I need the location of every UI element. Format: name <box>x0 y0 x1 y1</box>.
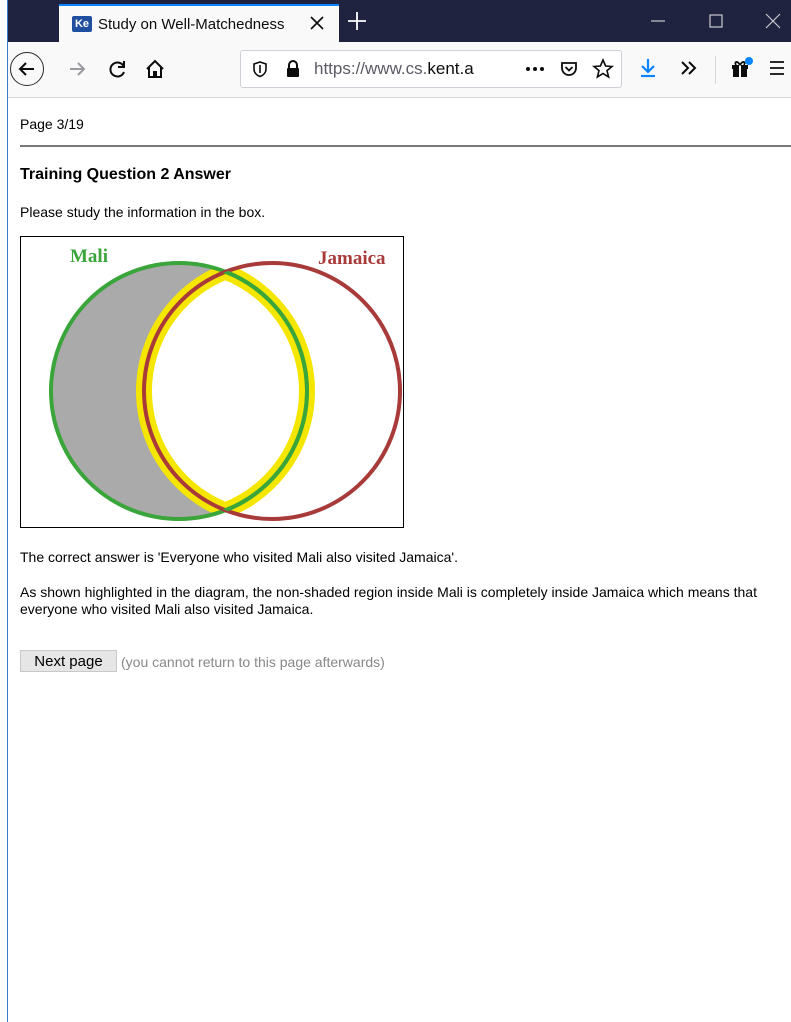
back-button[interactable] <box>10 52 44 86</box>
page-indicator: Page 3/19 <box>20 116 84 132</box>
jamaica-label: Jamaica <box>318 248 386 269</box>
url-text: https://www.cs.kent.a <box>314 59 474 78</box>
next-page-button[interactable]: Next page <box>20 650 117 672</box>
page-actions-more-icon[interactable] <box>525 65 545 73</box>
pocket-icon[interactable] <box>559 59 579 79</box>
instruction-text: Please study the information in the box. <box>20 204 266 220</box>
new-tab-plus-icon[interactable] <box>346 10 368 32</box>
window-left-edge <box>0 0 8 1022</box>
hamburger-menu-icon[interactable] <box>768 60 786 76</box>
browser-tab-active[interactable]: Ke Study on Well-Matchedness <box>59 4 339 42</box>
answer-text: The correct answer is 'Everyone who visi… <box>20 549 458 565</box>
forward-arrow-icon <box>70 62 86 76</box>
explanation-text: As shown highlighted in the diagram, the… <box>20 584 757 617</box>
reload-icon <box>109 61 125 78</box>
euler-diagram-box: Mali Jamaica <box>20 236 404 528</box>
downloads-icon[interactable] <box>638 57 658 79</box>
divider <box>20 145 791 147</box>
extensions-gift-icon[interactable] <box>729 56 753 80</box>
bookmark-star-icon[interactable] <box>592 58 614 80</box>
mali-label: Mali <box>70 246 108 267</box>
no-return-note: (you cannot return to this page afterwar… <box>121 654 385 670</box>
toolbar-separator <box>715 56 716 84</box>
euler-diagram: Mali Jamaica <box>49 246 402 521</box>
shield-icon[interactable] <box>251 60 269 78</box>
back-arrow-icon <box>18 62 34 76</box>
forward-button[interactable] <box>62 54 92 84</box>
navigation-toolbar: https://www.cs.kent.a <box>0 42 791 98</box>
overflow-chevrons-icon[interactable] <box>679 59 699 77</box>
browser-title-bar: Ke Study on Well-Matchedness <box>0 0 791 42</box>
close-window-icon[interactable] <box>764 12 782 30</box>
lock-icon[interactable] <box>285 59 301 79</box>
maximize-window-icon[interactable] <box>707 12 725 30</box>
close-tab-icon[interactable] <box>307 13 327 33</box>
tab-title: Study on Well-Matchedness <box>98 15 285 33</box>
reload-button[interactable] <box>103 54 133 84</box>
site-favicon-icon: Ke <box>72 16 92 32</box>
home-icon <box>146 59 164 78</box>
minimize-window-icon[interactable] <box>649 12 667 30</box>
url-bar[interactable]: https://www.cs.kent.a <box>240 50 622 88</box>
home-button[interactable] <box>140 54 170 84</box>
page-heading: Training Question 2 Answer <box>20 166 231 183</box>
